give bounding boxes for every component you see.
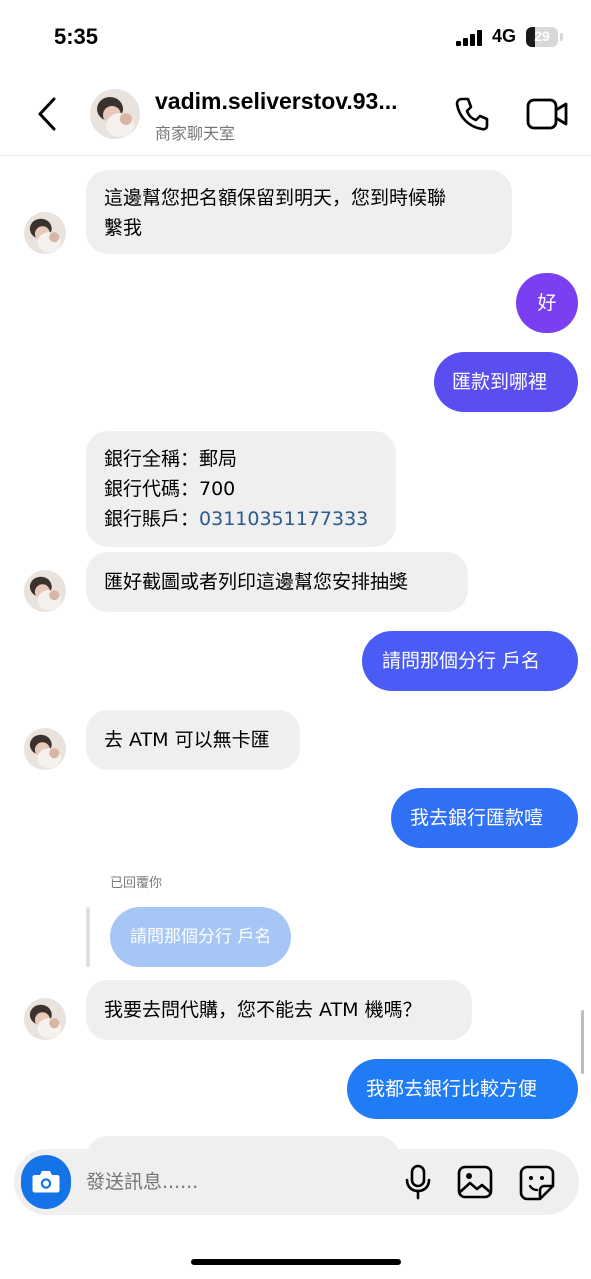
message-input[interactable] [86,1167,386,1197]
message-bubble-outgoing[interactable]: 請問那個分行 戶名 [362,631,578,691]
message-line: 銀行代碼：700 [104,478,236,500]
network-type: 4G [492,26,517,46]
sender-avatar[interactable] [24,212,66,254]
microphone-icon[interactable] [404,1164,432,1200]
message-bubble-incoming[interactable]: 匯好截圖或者列印這邊幫您安排抽獎 [86,552,468,612]
camera-button[interactable] [21,1155,71,1209]
message-bubble-incoming[interactable]: 這邊幫您把名額保留到明天，您到時候聯 繫我 [86,170,512,254]
sticker-icon[interactable] [518,1164,556,1202]
sender-avatar[interactable] [24,570,66,612]
chat-title[interactable]: vadim.seliverstov.93... [155,88,398,115]
bank-account-number[interactable]: 03110351177333 [199,508,368,530]
scrollbar[interactable] [581,1010,584,1074]
camera-icon [32,1171,60,1193]
message-bubble-outgoing[interactable]: 我都去銀行比較方便 [347,1059,578,1119]
battery-icon: 29 [526,27,558,47]
header-avatar[interactable] [90,89,140,139]
message-bubble-incoming[interactable]: 去 ATM 可以無卡匯 [86,710,300,770]
video-call-icon[interactable] [526,96,570,132]
sender-avatar[interactable] [24,998,66,1040]
message-line: 銀行全稱：郵局 [104,448,238,470]
chat-subtitle: 商家聊天室 [155,124,236,143]
status-time: 5:35 [54,24,99,49]
phone-call-icon[interactable] [454,96,490,132]
message-bubble-outgoing[interactable]: 匯款到哪裡 [434,352,578,412]
home-indicator [191,1259,401,1265]
gallery-icon[interactable] [456,1164,494,1200]
replied-label: 已回覆你 [110,876,163,891]
header-divider [0,155,591,156]
sender-avatar[interactable] [24,728,66,770]
battery-tip [560,33,563,41]
back-chevron-icon[interactable] [34,96,64,132]
battery-percent: 29 [534,28,550,44]
cellular-signal-icon [456,30,484,46]
message-line: 繫我 [104,217,143,239]
bank-account-label: 銀行賬戶： [104,508,200,530]
quoted-message[interactable]: 請問那個分行 戶名 [110,907,292,967]
message-bubble-incoming[interactable]: 銀行全稱：郵局 銀行代碼：700 銀行賬戶：03110351177333 [86,431,396,547]
message-bubble-outgoing[interactable]: 我去銀行匯款噎 [391,788,578,848]
message-bubble-incoming[interactable]: 我要去問代購，您不能去 ATM 機嗎？ [86,980,472,1040]
message-bubble-outgoing[interactable]: 好 [516,273,578,333]
message-line: 這邊幫您把名額保留到明天，您到時候聯 [104,187,447,209]
reply-quote-bar [86,907,90,967]
message-line: 銀行賬戶：03110351177333 [104,504,378,534]
